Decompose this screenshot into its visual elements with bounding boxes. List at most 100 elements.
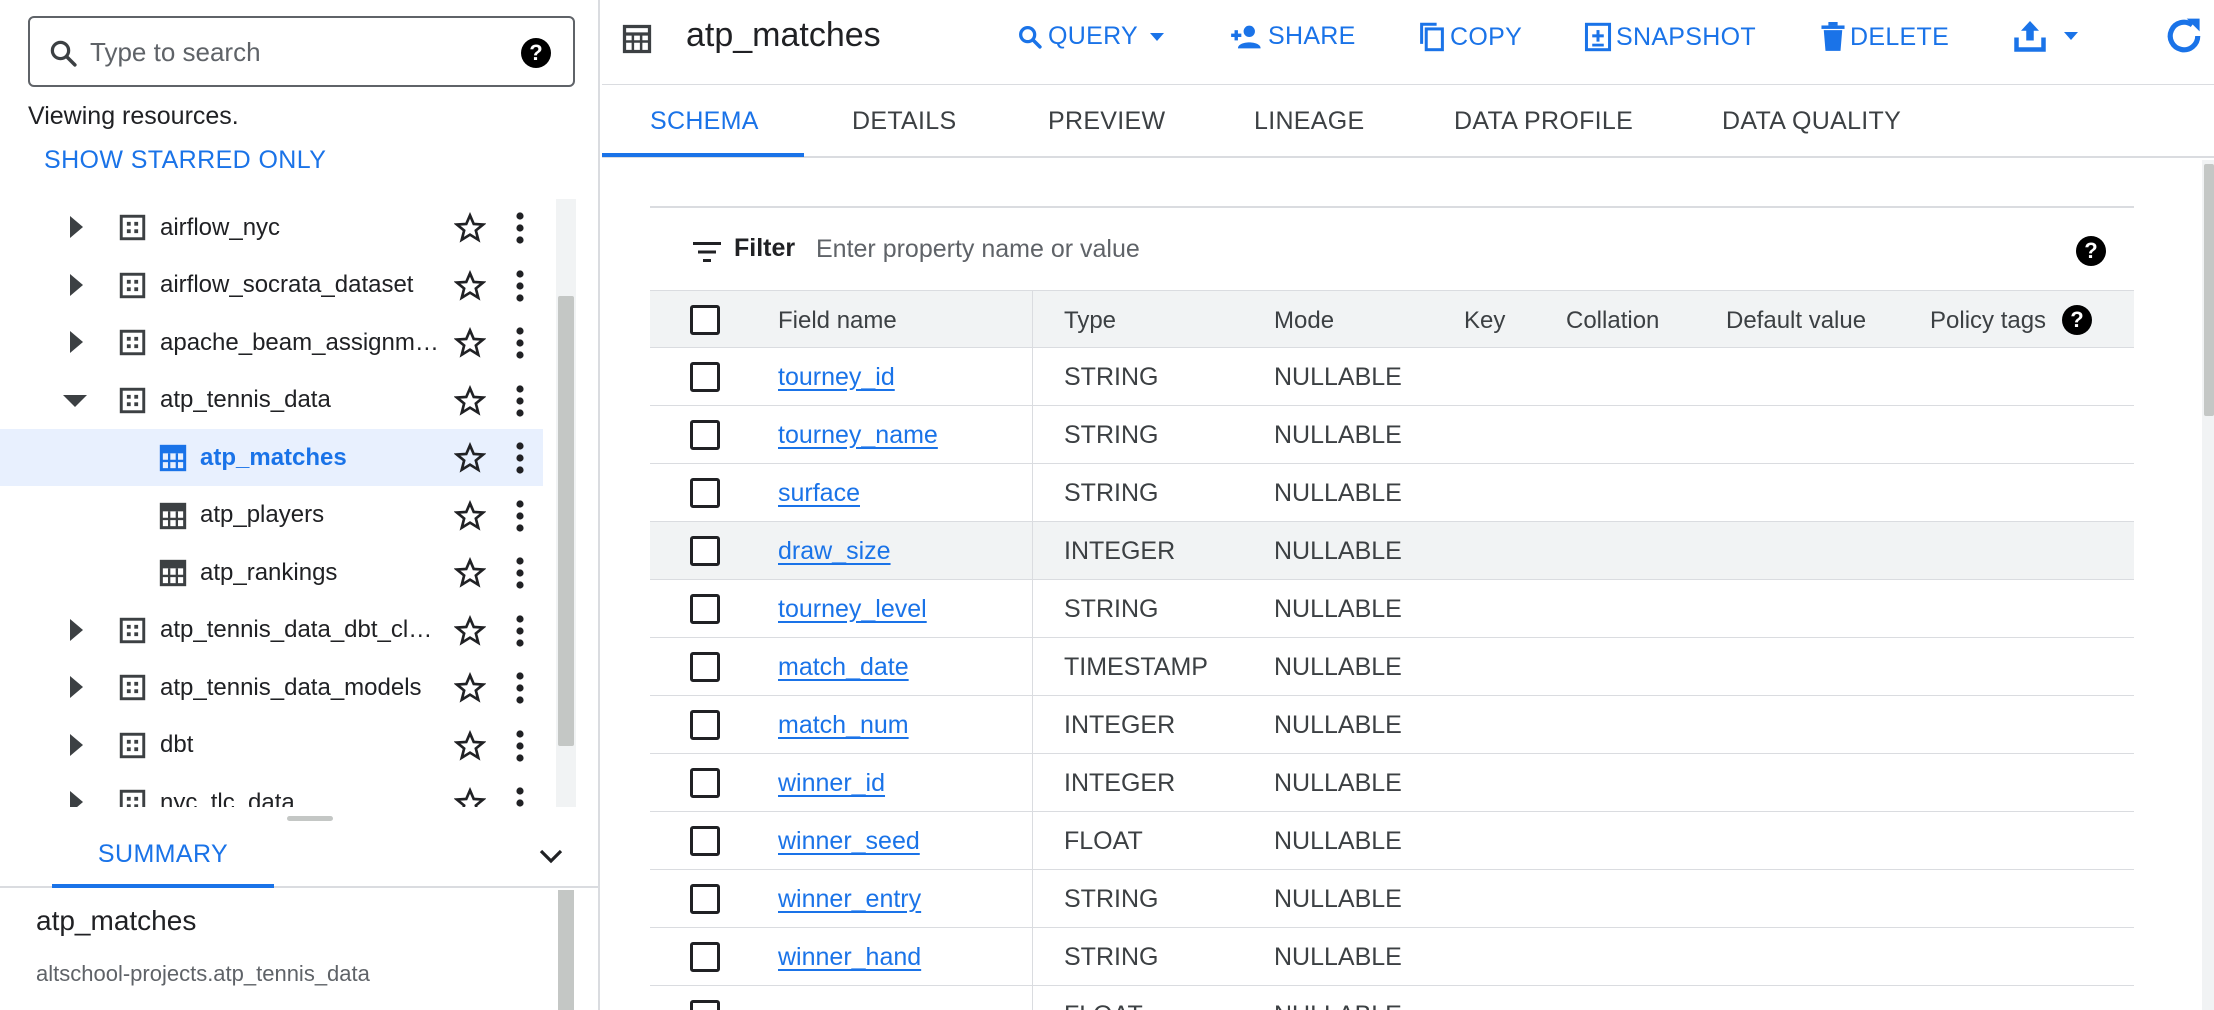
help-icon[interactable]: ? xyxy=(2062,305,2092,335)
query-button[interactable]: QUERY xyxy=(1016,22,1164,51)
field-name-link[interactable]: match_num xyxy=(778,711,909,740)
tree-item-dataset[interactable]: dbt xyxy=(0,717,543,774)
more-vert-icon[interactable] xyxy=(510,671,530,705)
expand-arrow-icon[interactable] xyxy=(70,676,83,698)
more-vert-icon[interactable] xyxy=(510,269,530,303)
refresh-icon[interactable] xyxy=(2162,14,2206,58)
tree-item-table[interactable]: atp_rankings xyxy=(0,544,543,601)
field-name-link[interactable]: winner_entry xyxy=(778,885,921,914)
tree-item-dataset[interactable]: atp_tennis_data_models xyxy=(0,659,543,716)
table-row[interactable]: tourney_name STRING NULLABLE xyxy=(650,406,2134,464)
select-all-checkbox[interactable] xyxy=(690,305,720,335)
more-vert-icon[interactable] xyxy=(510,729,530,763)
star-outline-icon[interactable] xyxy=(454,442,486,474)
row-checkbox[interactable] xyxy=(690,420,720,450)
row-checkbox[interactable] xyxy=(690,826,720,856)
more-vert-icon[interactable] xyxy=(510,786,530,807)
search-box[interactable]: ? xyxy=(28,16,575,87)
star-outline-icon[interactable] xyxy=(454,787,486,807)
star-outline-icon[interactable] xyxy=(454,327,486,359)
field-name-link[interactable]: match_date xyxy=(778,653,909,682)
row-checkbox[interactable] xyxy=(690,536,720,566)
field-name-link[interactable]: winner_id xyxy=(778,769,885,798)
column-divider[interactable] xyxy=(1032,291,1033,347)
table-row[interactable]: winner_seed FLOAT NULLABLE xyxy=(650,812,2134,870)
table-row[interactable]: FLOAT NULLABLE xyxy=(650,986,2134,1010)
header-key[interactable]: Key xyxy=(1464,307,1505,335)
row-checkbox[interactable] xyxy=(690,884,720,914)
star-outline-icon[interactable] xyxy=(454,212,486,244)
row-checkbox[interactable] xyxy=(690,1000,720,1010)
tab-schema[interactable]: SCHEMA xyxy=(650,107,759,136)
table-row[interactable]: match_num INTEGER NULLABLE xyxy=(650,696,2134,754)
row-checkbox[interactable] xyxy=(690,478,720,508)
expand-arrow-icon[interactable] xyxy=(70,331,83,353)
header-type[interactable]: Type xyxy=(1064,307,1116,335)
chevron-down-icon[interactable] xyxy=(536,846,566,868)
help-icon[interactable]: ? xyxy=(521,38,551,68)
tree-item-table[interactable]: atp_matches xyxy=(0,429,543,486)
row-checkbox[interactable] xyxy=(690,594,720,624)
tab-data-profile[interactable]: DATA PROFILE xyxy=(1454,107,1633,136)
row-checkbox[interactable] xyxy=(690,652,720,682)
star-outline-icon[interactable] xyxy=(454,672,486,704)
delete-button[interactable]: DELETE xyxy=(1820,22,1949,52)
tree-item-dataset[interactable]: airflow_socrata_dataset xyxy=(0,257,543,314)
row-checkbox[interactable] xyxy=(690,362,720,392)
table-row[interactable]: tourney_id STRING NULLABLE xyxy=(650,348,2134,406)
tree-item-table[interactable]: atp_players xyxy=(0,487,543,544)
table-row[interactable]: tourney_level STRING NULLABLE xyxy=(650,580,2134,638)
show-starred-only-button[interactable]: SHOW STARRED ONLY xyxy=(44,146,326,175)
tree-item-dataset[interactable]: apache_beam_assignme… xyxy=(0,314,543,371)
tree-item-dataset[interactable]: atp_tennis_data xyxy=(0,372,543,429)
more-vert-icon[interactable] xyxy=(510,211,530,245)
table-row[interactable]: winner_hand STRING NULLABLE xyxy=(650,928,2134,986)
row-checkbox[interactable] xyxy=(690,768,720,798)
header-field-name[interactable]: Field name xyxy=(778,307,897,335)
tree-item-dataset[interactable]: nyc_tlc_data xyxy=(0,774,543,807)
field-name-link[interactable]: surface xyxy=(778,479,860,508)
field-name-link[interactable]: winner_seed xyxy=(778,827,920,856)
more-vert-icon[interactable] xyxy=(510,614,530,648)
field-name-link[interactable]: draw_size xyxy=(778,537,891,566)
export-button[interactable] xyxy=(2012,18,2078,54)
more-vert-icon[interactable] xyxy=(510,326,530,360)
more-vert-icon[interactable] xyxy=(510,384,530,418)
more-vert-icon[interactable] xyxy=(510,499,530,533)
help-icon[interactable]: ? xyxy=(2076,236,2106,266)
share-button[interactable]: SHARE xyxy=(1230,22,1356,51)
tab-data-quality[interactable]: DATA QUALITY xyxy=(1722,107,1901,136)
table-row[interactable]: winner_id INTEGER NULLABLE xyxy=(650,754,2134,812)
star-outline-icon[interactable] xyxy=(454,499,486,532)
search-input[interactable] xyxy=(90,32,510,72)
star-outline-icon[interactable] xyxy=(454,729,486,762)
expand-arrow-icon[interactable] xyxy=(70,216,83,238)
snapshot-button[interactable]: SNAPSHOT xyxy=(1584,22,1756,52)
tab-details[interactable]: DETAILS xyxy=(852,107,956,136)
tree-scrollbar-thumb[interactable] xyxy=(558,296,574,746)
row-checkbox[interactable] xyxy=(690,710,720,740)
header-mode[interactable]: Mode xyxy=(1274,307,1334,335)
field-name-link[interactable]: tourney_level xyxy=(778,595,927,624)
filter-icon[interactable] xyxy=(692,240,722,264)
field-name-link[interactable]: tourney_name xyxy=(778,421,938,450)
expand-arrow-icon[interactable] xyxy=(70,273,83,296)
content-scrollbar-thumb[interactable] xyxy=(2204,164,2214,416)
resize-handle[interactable] xyxy=(287,816,333,821)
field-name-link[interactable]: winner_hand xyxy=(778,943,921,972)
filter-input[interactable] xyxy=(816,232,1516,266)
tree-item-dataset[interactable]: airflow_nyc xyxy=(0,199,543,256)
header-collation[interactable]: Collation xyxy=(1566,307,1659,335)
tab-summary[interactable]: SUMMARY xyxy=(52,840,274,888)
expand-arrow-icon[interactable] xyxy=(70,791,83,807)
field-name-link[interactable]: tourney_id xyxy=(778,363,895,392)
header-default-value[interactable]: Default value xyxy=(1726,307,1866,335)
copy-button[interactable]: COPY xyxy=(1418,22,1522,52)
table-row[interactable]: surface STRING NULLABLE xyxy=(650,464,2134,522)
collapse-arrow-icon[interactable] xyxy=(63,394,87,407)
table-row[interactable]: draw_size INTEGER NULLABLE xyxy=(650,522,2134,580)
summary-scrollbar[interactable] xyxy=(558,890,574,1010)
expand-arrow-icon[interactable] xyxy=(70,733,83,756)
star-outline-icon[interactable] xyxy=(454,557,486,589)
row-checkbox[interactable] xyxy=(690,942,720,972)
